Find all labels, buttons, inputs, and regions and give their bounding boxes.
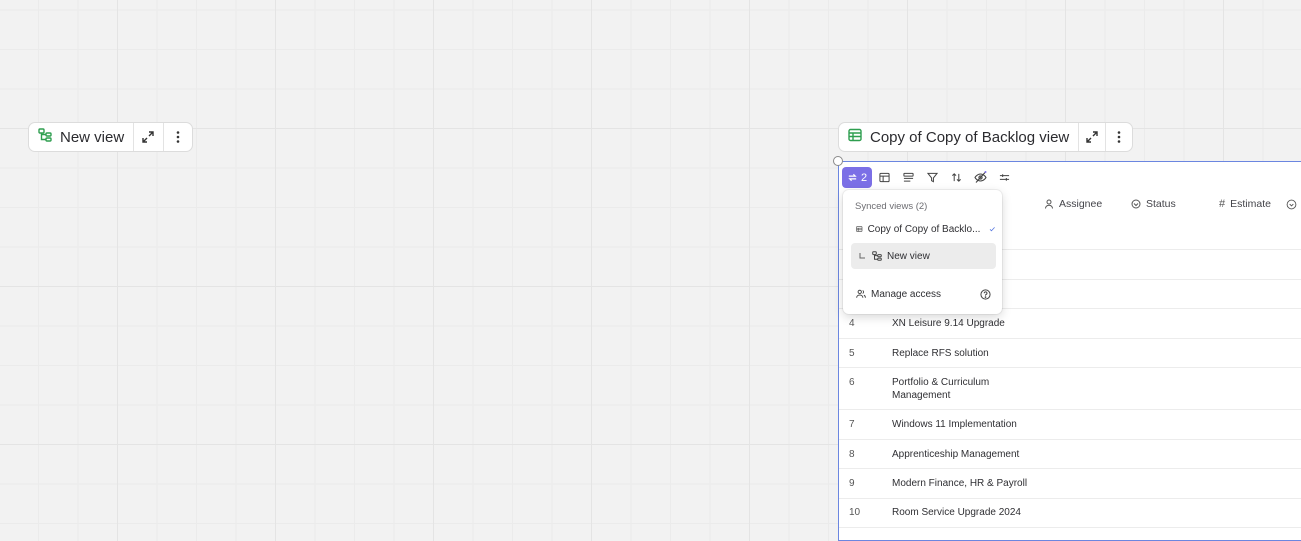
row-number: 6	[849, 377, 855, 388]
more-vertical-icon	[1117, 131, 1121, 143]
person-icon	[1045, 199, 1053, 209]
hidden-fields-button[interactable]	[968, 167, 992, 188]
table-row[interactable]: 9 Modern Finance, HR & Payroll	[839, 469, 1301, 499]
row-name: Portfolio & Curriculum Management	[892, 377, 990, 401]
status-icon	[1131, 199, 1141, 209]
row-name: Modern Finance, HR & Payroll	[892, 478, 1028, 489]
table-row[interactable]: 5 Replace RFS solution	[839, 339, 1301, 368]
layout-button[interactable]	[872, 167, 896, 188]
sort-icon	[951, 173, 961, 182]
settings-button[interactable]	[992, 167, 1016, 188]
help-icon	[980, 288, 991, 300]
column-label: Status	[1146, 198, 1176, 210]
table-row[interactable]: 6 Portfolio & Curriculum Management	[839, 368, 1301, 410]
synced-views-popup: Synced views (2) Copy of Copy of Backlo.…	[843, 190, 1002, 314]
hash-icon: #	[1219, 198, 1226, 210]
row-name: Apprenticeship Management	[892, 449, 1020, 460]
group-icon	[903, 172, 914, 182]
row-name: Windows 11 Implementation	[892, 419, 1017, 430]
table-icon	[856, 226, 863, 232]
table-row[interactable]: 8 Apprenticeship Management	[839, 440, 1301, 469]
more-options-button[interactable]	[162, 123, 192, 151]
expand-button[interactable]	[133, 123, 162, 151]
more-options-button[interactable]	[1105, 123, 1132, 151]
row-number: 5	[849, 348, 855, 359]
table-row[interactable]: 7 Windows 11 Implementation	[839, 410, 1301, 440]
synced-view-item[interactable]: New view	[851, 243, 996, 269]
filter-icon	[926, 172, 938, 183]
sliders-icon	[999, 174, 1009, 181]
card-title: New view	[60, 128, 125, 146]
sort-button[interactable]	[944, 167, 968, 188]
row-name: Room Service Upgrade 2024	[892, 507, 1021, 518]
checkmark-icon	[990, 227, 996, 232]
row-number: 7	[849, 419, 855, 430]
add-column-icon	[1286, 199, 1297, 209]
row-number: 4	[849, 318, 855, 329]
sync-icon	[848, 173, 857, 182]
layout-icon	[879, 172, 890, 183]
manage-access-button[interactable]: Manage access	[851, 281, 991, 307]
users-icon	[856, 289, 866, 298]
column-label: Estimate	[1230, 198, 1271, 210]
expand-button[interactable]	[1078, 123, 1105, 151]
new-view-card-header[interactable]: New view	[28, 122, 193, 152]
more-vertical-icon	[176, 131, 180, 143]
column-label: Assignee	[1059, 198, 1103, 210]
synced-view-label: New view	[887, 250, 930, 262]
column-header-status[interactable]: Status	[1131, 198, 1176, 210]
view-toolbar: 2	[842, 167, 1016, 188]
synced-view-label: Copy of Copy of Backlo...	[867, 223, 981, 235]
popup-heading: Synced views (2)	[855, 201, 928, 212]
backlog-view-card-header[interactable]: Copy of Copy of Backlog view	[838, 122, 1133, 152]
row-number: 9	[849, 478, 855, 489]
synced-count: 2	[861, 171, 868, 184]
column-header-estimate[interactable]: # Estimate	[1219, 198, 1297, 210]
hierarchy-icon	[872, 251, 882, 261]
filter-button[interactable]	[920, 167, 944, 188]
card-title: Copy of Copy of Backlog view	[870, 128, 1070, 146]
row-number: 8	[849, 449, 855, 460]
table-row[interactable]: 10 Room Service Upgrade 2024	[839, 499, 1301, 528]
resize-handle[interactable]	[833, 156, 843, 166]
column-header-assignee[interactable]: Assignee	[1044, 198, 1102, 210]
eye-off-icon	[973, 171, 987, 183]
expand-icon	[142, 131, 155, 143]
card-title-area[interactable]: New view	[29, 123, 133, 151]
row-name: Replace RFS solution	[892, 348, 989, 359]
card-title-area[interactable]: Copy of Copy of Backlog view	[839, 123, 1078, 151]
hierarchy-icon	[38, 128, 52, 146]
table-icon	[848, 128, 862, 146]
row-number: 10	[849, 507, 861, 518]
row-name: XN Leisure 9.14 Upgrade	[892, 318, 1005, 329]
group-button[interactable]	[896, 167, 920, 188]
synced-views-button[interactable]: 2	[842, 167, 873, 188]
synced-view-item[interactable]: Copy of Copy of Backlo...	[851, 216, 996, 242]
expand-icon	[1086, 131, 1098, 143]
nested-indent-icon	[859, 253, 865, 259]
manage-access-label: Manage access	[871, 288, 942, 300]
